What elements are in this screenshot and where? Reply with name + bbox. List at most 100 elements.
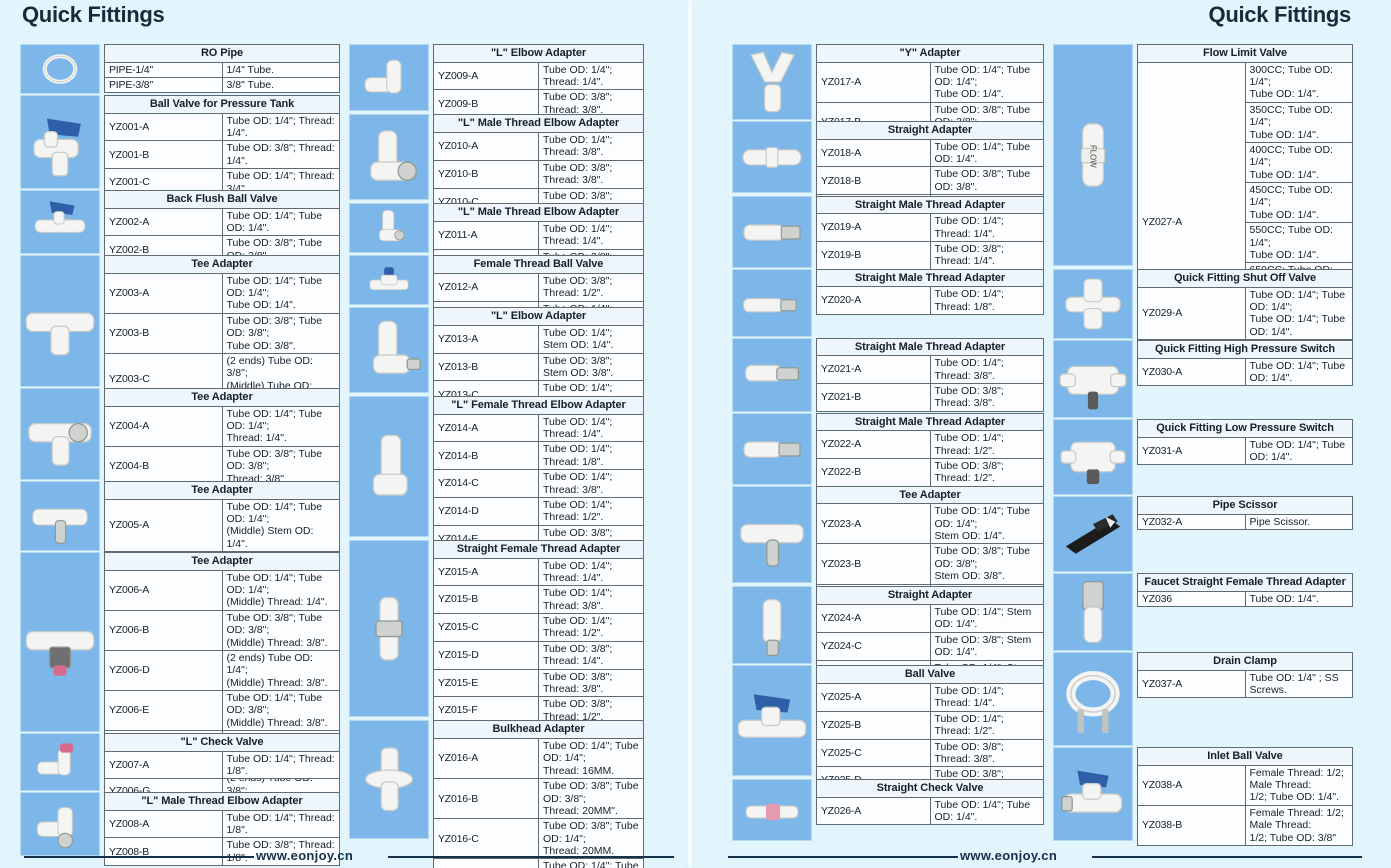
product-code: YZ014-A [433,413,539,443]
table-row: PIPE-3/8'' 3/8" Tube. [104,77,340,94]
product-code: YZ038-A [1137,764,1246,806]
product-spec: Tube OD: 1/4"; Tube OD: 1/4"; (Middle) S… [221,498,340,553]
group-gap [1137,607,1353,649]
product-spec: Tube OD: 1/4"; Thread: 3/8". [538,469,644,498]
spec-table: Quick Fitting Low Pressure Switch YZ031-A… [1137,419,1353,466]
product-spec: 1/4" Tube. [221,61,340,79]
product-illustration [733,666,811,775]
group-gap [1137,698,1353,744]
product-spec: Tube OD: 3/8"; Thread: 3/8". [929,738,1044,768]
product-group: Inlet Ball Valve YZ038-A Female Thread: 1/… [1053,747,1353,846]
product-code: YZ023-A [816,503,931,545]
table-row: YZ013-B Tube OD: 3/8"; Stem OD: 3/8". [433,352,644,382]
product-code: YZ015-A [433,557,539,587]
product-group: Straight Check Valve YZ026-A Tube OD: 1/4"… [732,779,1044,841]
product-group: Back Flush Ball Valve YZ002-A Tube OD: 1/4… [20,190,340,292]
product-group: Quick Fitting Shut Off Valve YZ029-A Tube … [1053,269,1353,341]
spec-table-wrapper: Drain Clamp YZ037-A Tube OD: 1/4" ; SS Scr… [1137,652,1353,744]
product-spec: Tube OD: 3/8"; Thread: 1/2". [929,458,1044,487]
footer-left: www.eonjoy.cn [0,844,686,868]
spec-table-wrapper: Quick Fitting High Pressure Switch YZ030-… [1137,340,1353,416]
spec-table-wrapper: Straight Adapter YZ024-A Tube OD: 1/4"; St… [816,586,1044,689]
spec-table: Straight Male Thread Adapter YZ020-A Tube … [816,268,1044,316]
quick-fitting-shut-off-valve-icon [1053,269,1133,339]
product-group: Straight Female Thread Adapter YZ015-A Tub… [349,539,644,809]
spec-table-title: Tee Adapter [104,388,340,407]
spec-table-wrapper: Quick Fitting Low Pressure Switch YZ031-A… [1137,419,1353,493]
footer-rule-right [388,856,674,858]
table-row: YZ005-A Tube OD: 1/4"; Tube OD: 1/4"; (Mi… [104,498,340,553]
product-illustration [733,487,811,583]
product-code: YZ016-B [433,778,539,820]
catalog-spread: Quick Fittings RO Pipe PIPE-1/4'' 1/4" Tub… [0,0,1391,868]
spec-table-wrapper: Straight Male Thread Adapter YZ021-A Tube … [816,337,1044,412]
product-illustration [350,204,428,252]
product-group: Straight Adapter YZ018-A Tube OD: 1/4"; Tu… [732,121,1044,223]
straight-male-thread-adapter-icon [732,195,812,268]
product-code: YZ029-A [1137,286,1246,341]
inlet-ball-valve-icon [1053,747,1133,841]
spec-table-title: Bulkhead Adapter [433,720,644,740]
product-code: YZ030-A [1137,357,1246,387]
footer-url-right[interactable]: www.eonjoy.cn [960,848,1057,863]
product-spec: Tube OD: 1/4"; Thread: 3/8". [538,585,644,615]
product-code: YZ003-B [104,312,223,354]
product-column-2: "L" Elbow Adapter YZ009-A Tube OD: 1/4"; T… [349,44,644,868]
l-male-thread-elbow-adapter-2-icon [349,203,429,254]
spec-table: Quick Fitting Shut Off Valve YZ029-A Tube … [1137,269,1353,341]
product-illustration [21,553,99,731]
table-row: YZ025-C Tube OD: 3/8"; Thread: 3/8". [816,738,1044,768]
group-gap [104,779,340,789]
spec-table-wrapper: "L" Male Thread Elbow Adapter YZ010-A Tube… [433,114,644,245]
product-code: YZ025-A [816,683,931,712]
straight-male-thread-adapter-3-icon [732,337,812,412]
product-spec: Tube OD: 1/4"; Tube OD: 1/4"; Thread: 1/… [221,405,340,447]
table-row: YZ016-A Tube OD: 1/4"; Tube OD: 1/4"; Thr… [433,738,644,780]
spec-table-wrapper: Straight Adapter YZ018-A Tube OD: 1/4"; Tu… [816,121,1044,223]
table-row: YZ004-A Tube OD: 1/4"; Tube OD: 1/4"; Thr… [104,405,340,447]
group-gap [816,825,1044,839]
spec-table-wrapper: Tee Adapter YZ005-A Tube OD: 1/4"; Tube OD… [104,481,340,605]
table-row: YZ027-A 300CC; Tube OD: 1/4"; Tube OD: 1/… [1137,61,1353,384]
product-code: YZ015-B [433,585,539,615]
product-spec: Tube OD: 1/4"; Tube OD: 3/8"; (Middle) T… [221,690,340,732]
table-row: YZ038-A Female Thread: 1/2; Male Thread: … [1137,764,1353,806]
spec-table: Quick Fitting High Pressure Switch YZ030-… [1137,340,1353,387]
product-spec: Tube OD: 1/4"; Thread: 3/8". [538,132,644,161]
product-illustration [350,115,428,199]
product-spec: Tube OD: 3/8"; Tube OD: 3/8"; Thread: 20… [538,778,644,820]
spec-table-wrapper: Female Thread Ball Valve YZ012-A Tube OD: … [433,255,644,330]
product-code: YZ009-A [433,61,539,91]
spec-table-title: "L" Check Valve [104,733,340,752]
product-code: YZ007-A [104,750,223,780]
product-code: YZ010-B [433,159,539,189]
l-elbow-stem-adapter-icon [349,307,429,394]
product-code: YZ004-A [104,405,223,447]
product-group: Tee Adapter YZ023-A Tube OD: 1/4"; Tube OD… [732,485,1044,625]
table-row: YZ006-A Tube OD: 1/4"; Tube OD: 1/4"; (Mi… [104,569,340,611]
footer-url-left[interactable]: www.eonjoy.cn [256,848,353,863]
table-row: YZ003-B Tube OD: 3/8"; Tube OD: 3/8"; Tub… [104,312,340,354]
product-code: YZ015-D [433,640,539,670]
product-spec: 350CC; Tube OD: 1/4"; Tube OD: 1/4". [1244,101,1353,143]
spec-table-wrapper: Straight Male Thread Adapter YZ022-A Tube … [816,412,1044,487]
spec-table-title: Pipe Scissor [1137,496,1353,515]
spec-table-title: "L" Female Thread Elbow Adapter [433,396,644,415]
product-group: "L" Elbow Adapter YZ013-A Tube OD: 1/4"; S… [349,307,644,437]
product-spec: 550CC; Tube OD: 1/4"; Tube OD: 1/4". [1244,222,1353,264]
product-illustration [1054,497,1132,571]
product-code: YZ021-A [816,355,931,385]
product-illustration [350,721,428,838]
spec-table-wrapper: Tee Adapter YZ023-A Tube OD: 1/4"; Tube OD… [816,485,1044,625]
table-row: YZ001-B Tube OD: 3/8"; Thread: 1/4". [104,140,340,170]
spec-table-wrapper: Pipe Scissor YZ032-A Pipe Scissor. [1137,496,1353,570]
product-spec: Tube OD: 1/4"; Thread: 3/8". [929,355,1044,385]
product-spec: Tube OD: 1/4"; Stem OD: 1/4". [929,604,1044,633]
table-row: YZ014-A Tube OD: 1/4"; Thread: 1/4". [433,413,644,443]
product-illustration [733,197,811,267]
product-spec: Tube OD: 1/4"; Thread: 1/4". [929,213,1044,243]
product-spec: Tube OD: 1/4"; Thread: 1/8". [221,750,340,780]
ro-pipe-coil-icon [20,44,100,94]
product-illustration [733,122,811,192]
product-illustration [21,256,99,386]
